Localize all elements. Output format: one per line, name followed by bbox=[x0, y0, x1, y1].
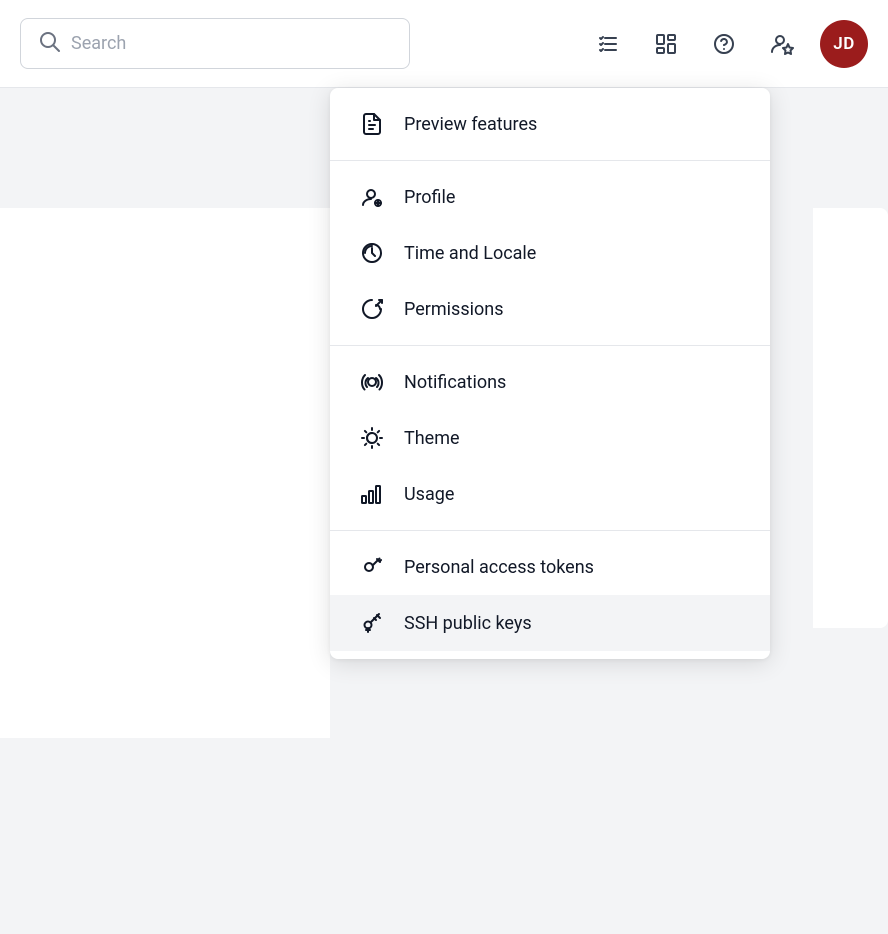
package-button[interactable] bbox=[646, 24, 686, 64]
search-input-placeholder: Search bbox=[71, 33, 126, 54]
menu-label-theme: Theme bbox=[404, 428, 460, 449]
divider-3 bbox=[330, 530, 770, 531]
menu-item-ssh-public-keys[interactable]: SSH public keys bbox=[330, 595, 770, 651]
user-dropdown-menu: Preview features Profile Time and Locale bbox=[330, 88, 770, 659]
menu-item-notifications[interactable]: Notifications bbox=[330, 354, 770, 410]
menu-label-usage: Usage bbox=[404, 484, 454, 505]
menu-item-theme[interactable]: Theme bbox=[330, 410, 770, 466]
menu-item-personal-access-tokens[interactable]: Personal access tokens bbox=[330, 539, 770, 595]
usage-icon bbox=[358, 480, 386, 508]
permissions-icon bbox=[358, 295, 386, 323]
menu-label-ssh-public-keys: SSH public keys bbox=[404, 613, 532, 634]
menu-label-profile: Profile bbox=[404, 187, 455, 208]
menu-item-preview-features[interactable]: Preview features bbox=[330, 96, 770, 152]
bg-card-right bbox=[813, 208, 888, 628]
menu-label-time-and-locale: Time and Locale bbox=[404, 243, 536, 264]
header-icons: JD bbox=[588, 20, 868, 68]
menu-item-time-and-locale[interactable]: Time and Locale bbox=[330, 225, 770, 281]
bg-card-left bbox=[0, 208, 330, 738]
profile-icon bbox=[358, 183, 386, 211]
help-button[interactable] bbox=[704, 24, 744, 64]
ssh-icon bbox=[358, 609, 386, 637]
divider-1 bbox=[330, 160, 770, 161]
search-icon bbox=[37, 29, 61, 58]
menu-label-permissions: Permissions bbox=[404, 299, 504, 320]
menu-label-notifications: Notifications bbox=[404, 372, 506, 393]
star-user-button[interactable] bbox=[762, 24, 802, 64]
menu-label-personal-access-tokens: Personal access tokens bbox=[404, 557, 594, 578]
avatar[interactable]: JD bbox=[820, 20, 868, 68]
menu-item-usage[interactable]: Usage bbox=[330, 466, 770, 522]
menu-item-profile[interactable]: Profile bbox=[330, 169, 770, 225]
token-icon bbox=[358, 553, 386, 581]
menu-item-permissions[interactable]: Permissions bbox=[330, 281, 770, 337]
checklist-button[interactable] bbox=[588, 24, 628, 64]
preview-features-icon bbox=[358, 110, 386, 138]
menu-label-preview-features: Preview features bbox=[404, 114, 537, 135]
theme-icon bbox=[358, 424, 386, 452]
time-icon bbox=[358, 239, 386, 267]
search-box[interactable]: Search bbox=[20, 18, 410, 69]
notifications-icon bbox=[358, 368, 386, 396]
divider-2 bbox=[330, 345, 770, 346]
header: Search bbox=[0, 0, 888, 88]
